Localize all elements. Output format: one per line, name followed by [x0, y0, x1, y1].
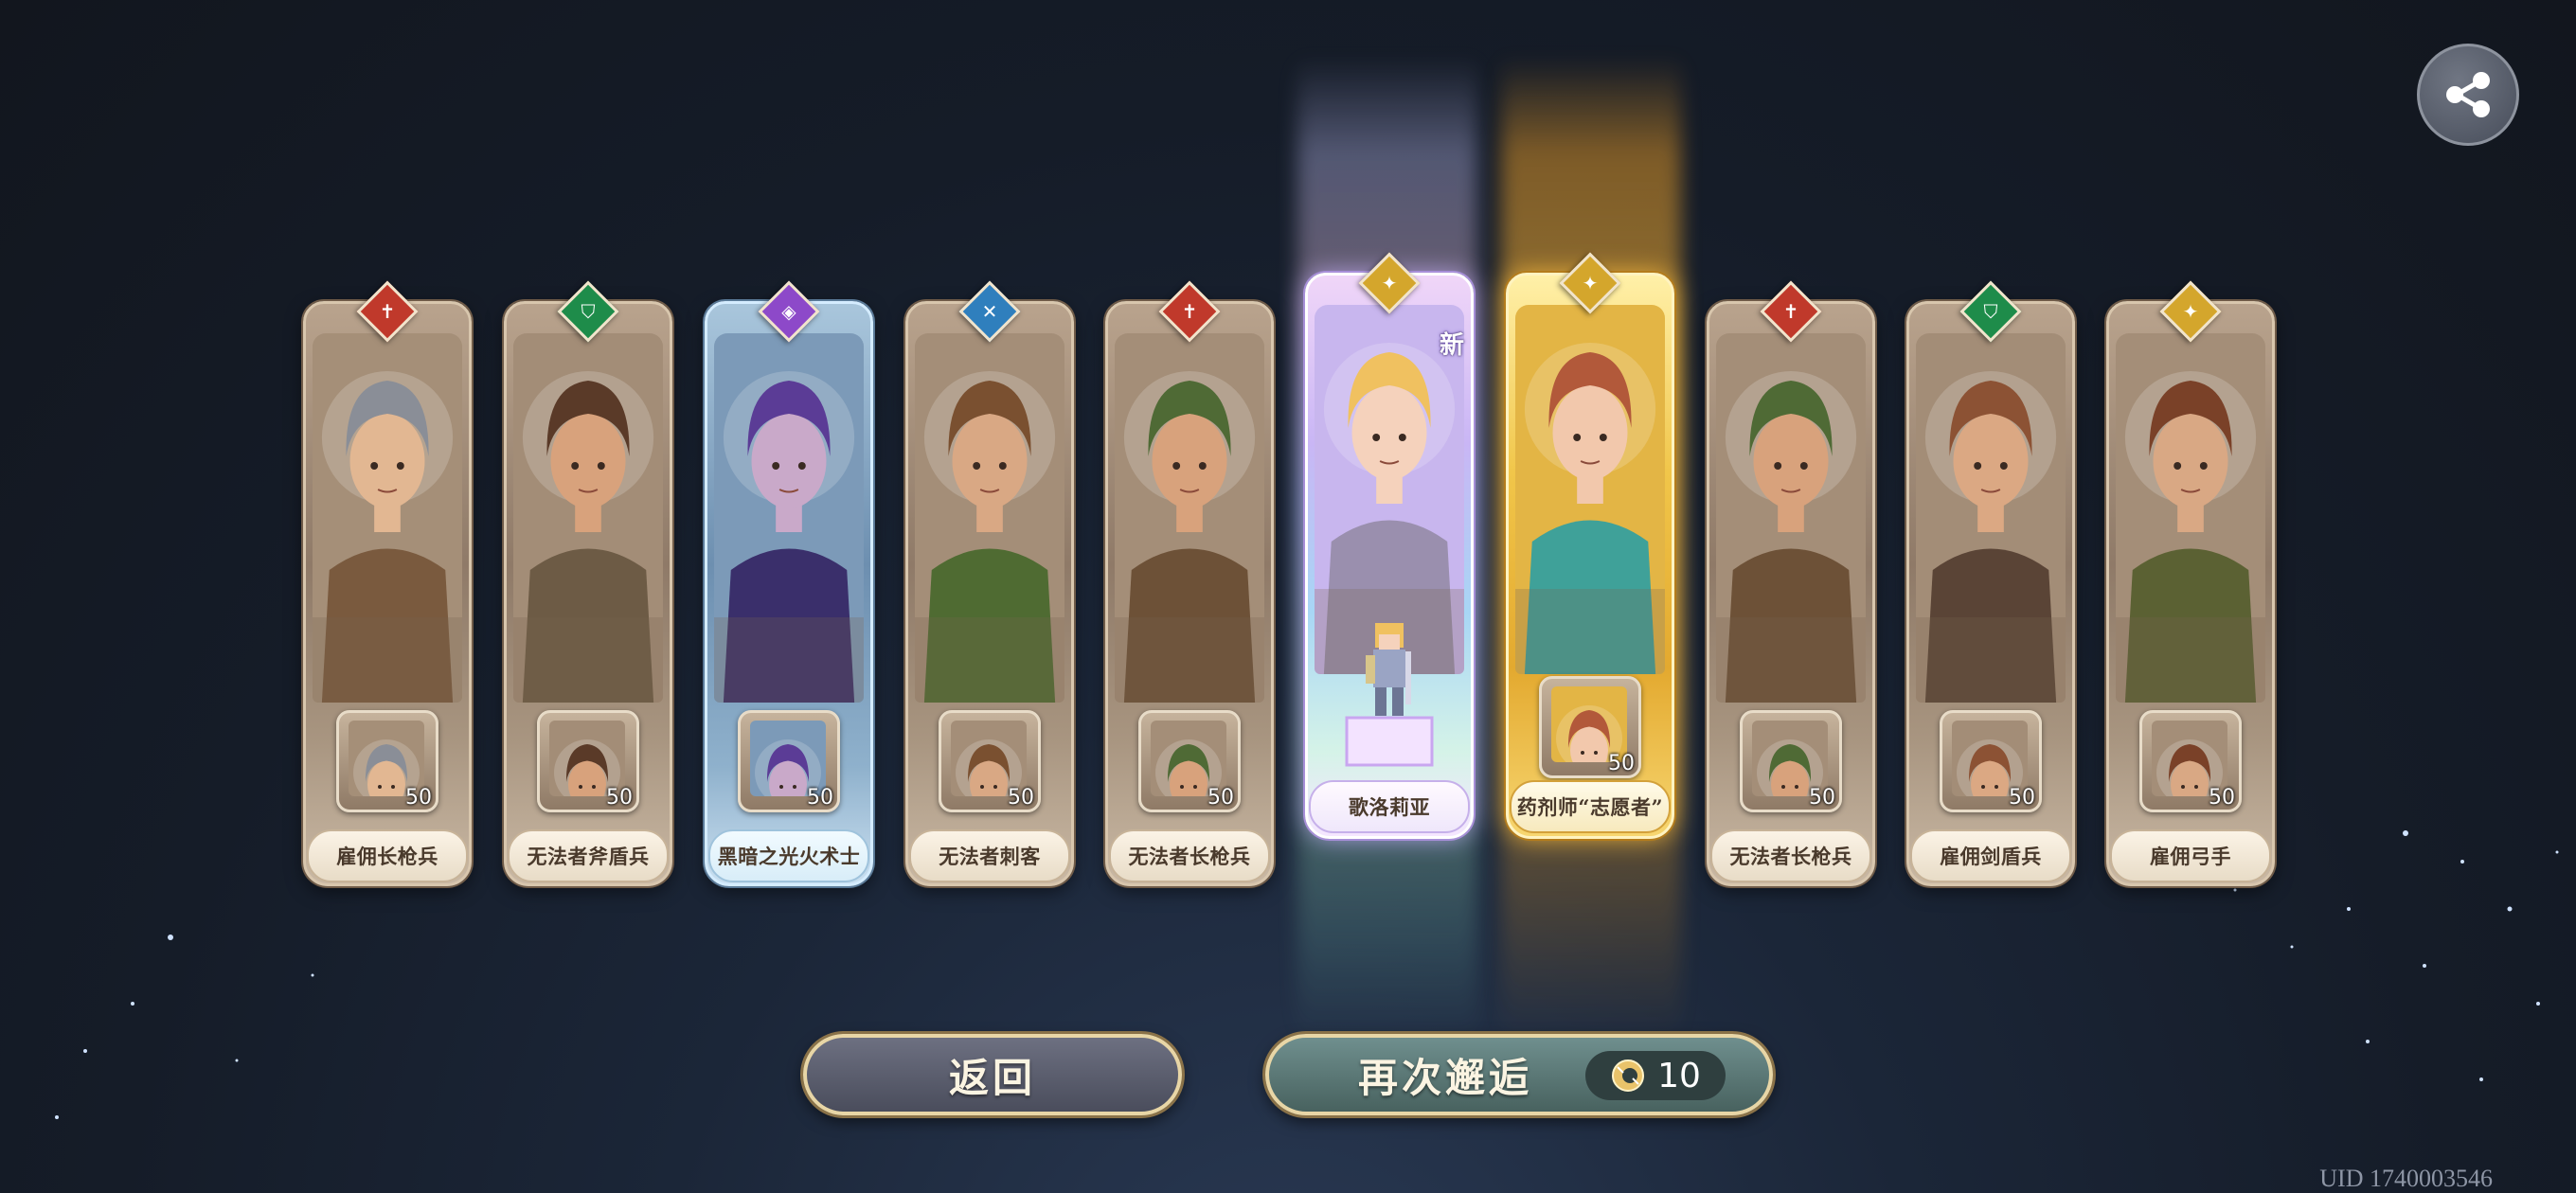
- hero-card[interactable]: ✝ 50 无法者长枪兵: [1105, 280, 1274, 886]
- shield-class-icon: ⛉: [1983, 300, 1998, 323]
- item-token: 50: [1138, 710, 1241, 812]
- spear-class-icon: ✝: [1181, 300, 1198, 323]
- share-icon: [2446, 72, 2490, 117]
- hero-card[interactable]: ⛉ 50 雇佣剑盾兵: [1906, 280, 2075, 886]
- hero-portrait: [1716, 333, 1866, 703]
- summon-again-button[interactable]: 再次邂逅 10: [1265, 1034, 1773, 1115]
- token-count: 50: [1809, 786, 1835, 810]
- dagger-class-icon: ✕: [981, 300, 998, 323]
- token-portrait: [951, 721, 1027, 796]
- back-button-label: 返回: [948, 1054, 1036, 1101]
- hero-name: 黑暗之光火术士: [708, 829, 869, 882]
- hero-portrait: [1515, 305, 1665, 674]
- hero-portrait: [714, 333, 864, 703]
- token-portrait: [750, 721, 826, 796]
- token-count: 50: [1608, 752, 1635, 775]
- hero-card[interactable]: ✕ 50 无法者刺客: [905, 280, 1074, 886]
- hero-name: 雇佣弓手: [2110, 829, 2271, 882]
- hero-card[interactable]: ⛉ 50 无法者斧盾兵: [504, 280, 672, 886]
- token-count: 50: [1208, 786, 1234, 810]
- token-portrait: [1151, 721, 1226, 796]
- star-class-icon: ✦: [1381, 272, 1398, 294]
- hero-portrait: [2116, 333, 2265, 703]
- spear-class-icon: ✝: [1782, 300, 1799, 323]
- token-portrait: [549, 721, 625, 796]
- token-portrait: [1551, 686, 1627, 762]
- magic-class-icon: ◈: [781, 300, 796, 323]
- hero-name: 无法者刺客: [909, 829, 1070, 882]
- item-token: 50: [1539, 676, 1641, 778]
- token-count: 50: [606, 786, 633, 810]
- shield-class-icon: ⛉: [581, 300, 596, 323]
- hero-portrait: [513, 333, 663, 703]
- pixel-sprite: [1345, 623, 1434, 767]
- new-badge: 新: [1439, 331, 1464, 360]
- token-count: 50: [807, 786, 833, 810]
- token-count: 50: [2009, 786, 2035, 810]
- item-token: 50: [738, 710, 840, 812]
- item-token: 50: [939, 710, 1041, 812]
- summon-again-label: 再次邂逅: [1358, 1054, 1533, 1101]
- star-class-icon: ✦: [2182, 300, 2199, 323]
- user-id: UID 1740003546: [2319, 1165, 2493, 1192]
- item-token: 50: [537, 710, 639, 812]
- hero-name: 无法者斧盾兵: [508, 829, 669, 882]
- token-count: 50: [405, 786, 432, 810]
- star-class-icon: ✦: [1582, 272, 1599, 294]
- spear-class-icon: ✝: [379, 300, 396, 323]
- hero-name: 无法者长枪兵: [1109, 829, 1270, 882]
- hero-name: 药剂师“志愿者”: [1510, 780, 1671, 833]
- item-token: 50: [1740, 710, 1842, 812]
- item-token: 50: [1940, 710, 2042, 812]
- hero-name: 无法者长枪兵: [1710, 829, 1871, 882]
- summon-cost: 10: [1585, 1051, 1726, 1100]
- hero-card[interactable]: ◈ 50 黑暗之光火术士: [705, 280, 873, 886]
- token-portrait: [349, 721, 424, 796]
- hero-card[interactable]: ✦ 50 雇佣弓手: [2106, 280, 2275, 886]
- token-count: 50: [2209, 786, 2235, 810]
- share-button[interactable]: [2417, 44, 2519, 146]
- hero-card[interactable]: ✦ 50 药剂师“志愿者”: [1506, 252, 1674, 839]
- hero-name: 歌洛莉亚: [1309, 780, 1470, 833]
- hero-portrait: [1916, 333, 2066, 703]
- item-token: 50: [2139, 710, 2242, 812]
- back-button[interactable]: 返回: [803, 1034, 1182, 1115]
- hero-name: 雇佣长枪兵: [307, 829, 468, 882]
- token-count: 50: [1008, 786, 1034, 810]
- hero-card[interactable]: ✝ 50 无法者长枪兵: [1707, 280, 1875, 886]
- hero-card[interactable]: ✝ 50 雇佣长枪兵: [303, 280, 472, 886]
- token-portrait: [1952, 721, 2028, 796]
- hero-name: 雇佣剑盾兵: [1910, 829, 2071, 882]
- token-portrait: [2152, 721, 2227, 796]
- item-token: 50: [336, 710, 438, 812]
- summon-cost-value: 10: [1657, 1056, 1701, 1095]
- hero-portrait: [313, 333, 462, 703]
- summon-currency-icon: [1612, 1059, 1645, 1092]
- hero-portrait: [915, 333, 1064, 703]
- hero-card[interactable]: ✦ 新 歌洛莉亚: [1305, 252, 1474, 839]
- token-portrait: [1752, 721, 1828, 796]
- hero-portrait: [1115, 333, 1264, 703]
